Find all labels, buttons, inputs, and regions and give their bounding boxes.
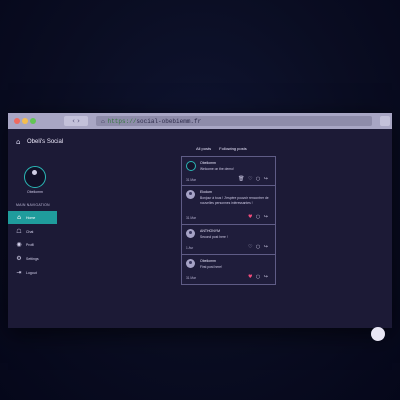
sidebar: ⌂ Obeli's Social Obeliomm MAIN NAVIGATIO…: [8, 129, 64, 328]
share-icon[interactable]: ↪: [264, 176, 268, 182]
delete-icon[interactable]: 🗑: [238, 176, 244, 182]
nav-heading: MAIN NAVIGATION: [16, 203, 50, 207]
share-icon[interactable]: ↪: [264, 244, 268, 250]
user-icon: ◉: [16, 241, 22, 248]
sidebar-item-settings[interactable]: ⚙ Settings: [8, 252, 57, 265]
post-actions: 🗑 ♡ ○ ↪: [238, 176, 268, 182]
post-date: 31 Mar: [186, 178, 196, 182]
post-actions: ♡ ○ ↪: [248, 244, 268, 250]
history-nav-buttons[interactable]: ‹ ›: [64, 116, 88, 126]
post-card: Elodum Bonjour à tous ! J'espère pouvoir…: [181, 185, 276, 225]
profile-name: Obeliomm: [27, 190, 43, 194]
sidebar-item-label: Logout: [26, 270, 37, 275]
tabs-button[interactable]: [380, 116, 390, 126]
minimize-window-button[interactable]: [22, 118, 28, 124]
bank-icon: ⌂: [16, 137, 21, 146]
close-window-button[interactable]: [14, 118, 20, 124]
comment-icon[interactable]: ○: [256, 214, 260, 220]
heart-icon[interactable]: ♡: [248, 244, 252, 250]
sidebar-item-home[interactable]: ⌂ Home: [8, 211, 57, 224]
brand[interactable]: ⌂ Obeli's Social: [16, 137, 63, 147]
comment-icon[interactable]: ○: [256, 274, 260, 280]
floating-action-button[interactable]: [371, 327, 385, 341]
post-card: Obeliomm Welcome on the demo! 31 Mar 🗑 ♡…: [181, 156, 276, 186]
logout-icon: ⇥: [16, 269, 22, 276]
sidebar-item-label: Chat: [26, 229, 34, 234]
browser-titlebar: ‹ › ⌂ https:// social-obebiemm.fr: [8, 113, 392, 129]
url-scheme: https://: [107, 117, 137, 125]
gear-icon: ⚙: [16, 255, 22, 262]
comment-icon[interactable]: ○: [256, 176, 260, 182]
heart-icon[interactable]: ♡: [248, 176, 252, 182]
profile-avatar[interactable]: [24, 166, 46, 188]
sidebar-item-label: Home: [26, 215, 36, 220]
comment-icon[interactable]: ○: [256, 244, 260, 250]
heart-filled-icon[interactable]: ♥: [248, 274, 252, 280]
post-card: ANTHONYM Second post here ! 1 Avr ♡ ○ ↪: [181, 224, 276, 255]
post-avatar[interactable]: [186, 259, 195, 268]
share-icon[interactable]: ↪: [264, 274, 268, 280]
post-date: 31 Mar: [186, 216, 196, 220]
heart-filled-icon[interactable]: ♥: [248, 214, 252, 220]
sidebar-item-label: Settings: [26, 256, 39, 261]
address-bar[interactable]: ⌂ https:// social-obebiemm.fr: [96, 116, 372, 126]
maximize-window-button[interactable]: [30, 118, 36, 124]
post-date: 1 Avr: [186, 246, 194, 250]
brand-name: Obeli's Social: [27, 139, 64, 145]
post-text: Bonjour à tous ! J'espère pouvoir rencon…: [200, 196, 269, 205]
post-author[interactable]: ANTHONYM: [200, 229, 220, 233]
post-text: Welcome on the demo!: [200, 167, 234, 171]
post-author[interactable]: Obeliomm: [200, 259, 216, 263]
post-avatar[interactable]: [186, 190, 195, 199]
post-date: 31 Mar: [186, 276, 196, 280]
post-avatar[interactable]: [186, 161, 196, 171]
home-icon: ⌂: [17, 214, 21, 221]
post-text: First post here!: [200, 265, 222, 269]
chat-icon: ☖: [16, 228, 22, 235]
post-actions: ♥ ○ ↪: [248, 214, 268, 220]
post-text: Second post here !: [200, 235, 228, 239]
lock-icon: ⌂: [101, 117, 105, 125]
post-avatar[interactable]: [186, 229, 195, 238]
tab-all-posts[interactable]: All posts: [196, 146, 211, 151]
post-card: Obeliomm First post here! 31 Mar ♥ ○ ↪: [181, 254, 276, 285]
post-actions: ♥ ○ ↪: [248, 274, 268, 280]
post-author[interactable]: Obeliomm: [200, 161, 216, 165]
feed-tabs: All posts Following posts: [196, 146, 247, 151]
sidebar-item-profil[interactable]: ◉ Profil: [8, 238, 57, 251]
tab-following-posts[interactable]: Following posts: [219, 146, 247, 151]
post-author[interactable]: Elodum: [200, 190, 212, 194]
share-icon[interactable]: ↪: [264, 214, 268, 220]
sidebar-item-chat[interactable]: ☖ Chat: [8, 225, 57, 238]
url-host: social-obebiemm.fr: [136, 117, 202, 125]
sidebar-item-logout[interactable]: ⇥ Logout: [8, 266, 57, 279]
sidebar-item-label: Profil: [26, 242, 34, 247]
